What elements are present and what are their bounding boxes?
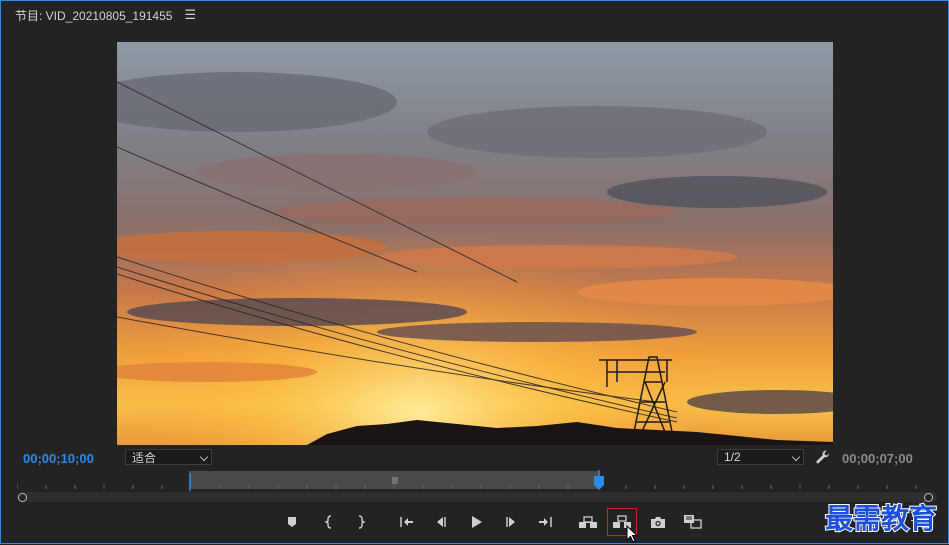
resolution-select[interactable]: 1/2 [717,449,804,465]
mark-out-button[interactable] [350,511,372,533]
comparison-icon [684,515,702,529]
duration-timecode: 00;00;07;00 [842,451,913,466]
time-ruler[interactable] [17,470,937,492]
marker-icon [288,517,296,527]
step-back-button[interactable] [430,511,452,533]
current-timecode[interactable]: 00;00;10;00 [23,451,94,466]
playhead-icon [594,470,604,490]
zoom-scrollbar[interactable] [17,492,937,502]
extract-icon [613,515,631,528]
export-frame-button[interactable] [647,511,669,533]
chevron-down-icon [791,452,801,462]
lift-button[interactable] [577,511,599,533]
zoom-select-value: 适合 [132,450,157,465]
resolution-select-value: 1/2 [724,450,741,464]
camera-icon [651,516,665,528]
play-icon [472,516,482,528]
chevron-down-icon [199,452,209,462]
mark-in-button[interactable] [318,511,340,533]
go-to-out-button[interactable] [534,511,556,533]
step-forward-icon [506,517,515,527]
add-marker-button[interactable] [281,511,303,533]
go-to-out-icon [539,517,552,527]
lift-icon [579,516,597,528]
hamburger-icon[interactable]: ☰ [184,7,196,23]
step-back-icon [437,517,446,527]
panel-header: 节目: VID_20210805_191455 ☰ [15,7,196,23]
extract-button[interactable] [607,508,637,536]
step-forward-button[interactable] [500,511,522,533]
mark-out-icon [358,515,366,529]
sunset-frame [117,42,833,445]
wrench-icon[interactable] [815,449,831,470]
zoom-select[interactable]: 适合 [125,449,212,465]
mark-in-icon [324,515,332,529]
go-to-in-icon [400,517,413,527]
panel-title[interactable]: 节目: VID_20210805_191455 [15,7,172,24]
video-preview[interactable] [117,42,833,445]
scrollbar-left-handle[interactable] [18,493,27,502]
program-monitor-panel: 节目: VID_20210805_191455 ☰ 00;00;10;00 适合… [0,0,949,544]
play-button[interactable] [465,511,487,533]
go-to-in-button[interactable] [396,511,418,533]
comparison-view-button[interactable] [682,511,704,533]
watermark-text: 最需教育 [824,501,938,536]
